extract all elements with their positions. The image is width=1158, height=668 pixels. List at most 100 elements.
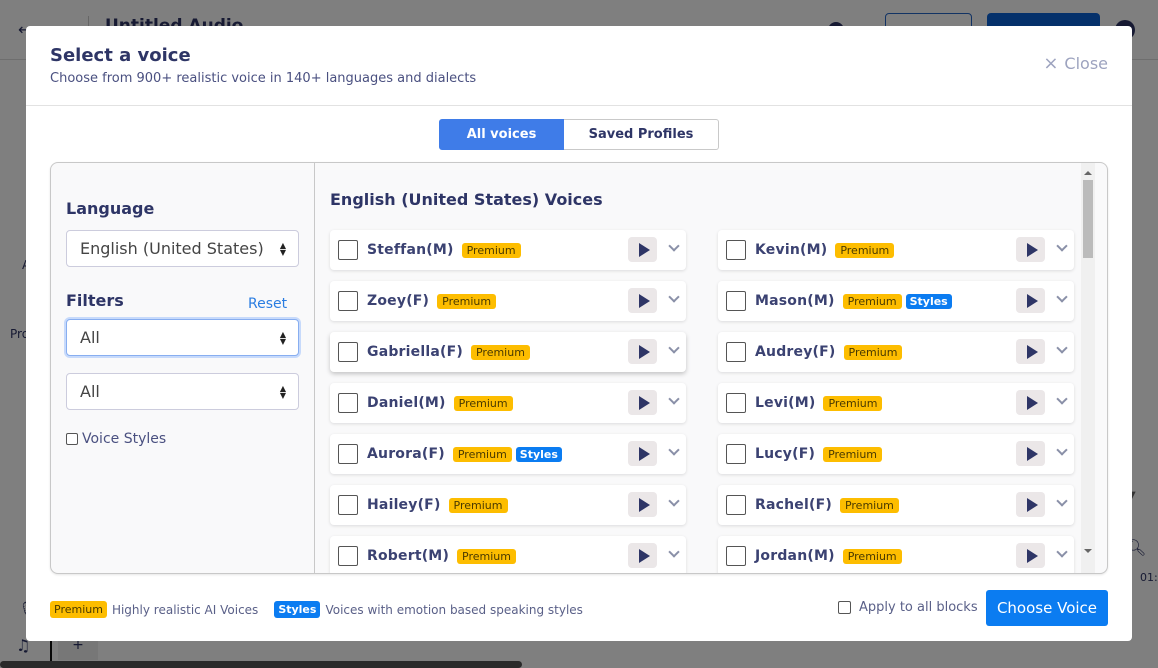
play-preview-button[interactable]	[628, 543, 657, 568]
styles-badge: Styles	[274, 601, 321, 618]
chevron-down-icon[interactable]	[1056, 393, 1068, 405]
filters-sidebar: Language English (United States) ▲ ▼ Filt…	[51, 163, 315, 573]
voice-checkbox[interactable]	[726, 342, 746, 362]
voice-checkbox[interactable]	[726, 495, 746, 515]
chevron-down-icon[interactable]	[668, 393, 680, 405]
play-preview-button[interactable]	[1016, 339, 1045, 364]
scroll-down-arrow-icon[interactable]	[1084, 549, 1092, 553]
apply-to-all-blocks[interactable]: Apply to all blocks	[838, 600, 978, 615]
voice-name: Hailey(F)	[367, 497, 441, 513]
styles-badge: Styles	[905, 293, 952, 309]
language-select[interactable]: English (United States) ▲ ▼	[66, 230, 299, 267]
chevron-down-icon[interactable]	[1056, 495, 1068, 507]
play-preview-button[interactable]	[1016, 543, 1045, 568]
premium-badge: Premium	[448, 497, 508, 513]
voice-checkbox[interactable]	[726, 240, 746, 260]
voice-checkbox[interactable]	[338, 240, 358, 260]
play-icon	[638, 497, 650, 512]
reset-filters-link[interactable]: Reset	[248, 296, 287, 312]
play-preview-button[interactable]	[628, 492, 657, 517]
premium-badge: Premium	[842, 548, 902, 564]
voice-card[interactable]: Hailey(F) Premium	[330, 485, 686, 525]
voice-checkbox[interactable]	[338, 444, 358, 464]
play-icon	[638, 446, 650, 461]
premium-badge: Premium	[823, 446, 883, 462]
play-preview-button[interactable]	[628, 288, 657, 313]
voice-name: Levi(M)	[755, 395, 816, 411]
voice-card[interactable]: Gabriella(F) Premium	[330, 332, 686, 372]
play-preview-button[interactable]	[1016, 492, 1045, 517]
chevron-down-icon[interactable]	[668, 495, 680, 507]
apply-to-all-checkbox[interactable]	[838, 601, 851, 614]
play-preview-button[interactable]	[628, 441, 657, 466]
voice-card[interactable]: Zoey(F) Premium	[330, 281, 686, 321]
chevron-down-icon[interactable]	[668, 342, 680, 354]
tab-saved-profiles[interactable]: Saved Profiles	[564, 119, 719, 150]
vertical-scrollbar[interactable]	[1081, 163, 1095, 573]
play-preview-button[interactable]	[628, 339, 657, 364]
play-icon	[1026, 395, 1038, 410]
voice-checkbox[interactable]	[338, 495, 358, 515]
voice-card[interactable]: Audrey(F) Premium	[718, 332, 1074, 372]
filter-select-2[interactable]: All ▲ ▼	[66, 373, 299, 410]
voice-checkbox[interactable]	[726, 546, 746, 566]
voice-checkbox[interactable]	[338, 546, 358, 566]
language-label: Language	[66, 199, 155, 218]
voice-card[interactable]: Rachel(F) Premium	[718, 485, 1074, 525]
voices-list: English (United States) Voices Steffan(M…	[315, 163, 1095, 573]
modal-subtitle: Choose from 900+ realistic voice in 140+…	[50, 71, 477, 86]
voice-card[interactable]: Steffan(M) Premium	[330, 230, 686, 270]
chevron-down-icon[interactable]	[1056, 291, 1068, 303]
voice-card[interactable]: Kevin(M) Premium	[718, 230, 1074, 270]
voice-styles-filter[interactable]: Voice Styles	[66, 431, 166, 447]
voice-checkbox[interactable]	[726, 393, 746, 413]
language-select-value: English (United States)	[80, 239, 264, 258]
chevron-down-icon[interactable]	[1056, 240, 1068, 252]
premium-badge: Premium	[842, 293, 902, 309]
play-preview-button[interactable]	[628, 390, 657, 415]
voice-name: Daniel(M)	[367, 395, 446, 411]
chevron-down-icon[interactable]	[668, 240, 680, 252]
filter-select-1[interactable]: All ▲ ▼	[66, 319, 299, 356]
chevron-down-icon[interactable]	[1056, 546, 1068, 558]
chevron-down-icon[interactable]	[1056, 444, 1068, 456]
play-preview-button[interactable]	[628, 237, 657, 262]
voice-card[interactable]: Daniel(M) Premium	[330, 383, 686, 423]
play-preview-button[interactable]	[1016, 237, 1045, 262]
voice-checkbox[interactable]	[726, 291, 746, 311]
close-icon: ×	[1043, 52, 1059, 74]
voice-name: Mason(M)	[755, 293, 835, 309]
voice-card[interactable]: Aurora(F) Premium Styles	[330, 434, 686, 474]
voice-card[interactable]: Levi(M) Premium	[718, 383, 1074, 423]
voice-checkbox[interactable]	[726, 444, 746, 464]
voice-tabs: All voices Saved Profiles	[439, 119, 719, 150]
play-icon	[1026, 242, 1038, 257]
premium-badge: Premium	[461, 242, 521, 258]
voice-checkbox[interactable]	[338, 393, 358, 413]
premium-badge: Premium	[835, 242, 895, 258]
voice-card[interactable]: Jordan(M) Premium	[718, 536, 1074, 573]
chevron-down-icon[interactable]	[668, 291, 680, 303]
voice-card[interactable]: Robert(M) Premium	[330, 536, 686, 573]
badge-legend: Premium Highly realistic AI Voices Style…	[50, 601, 583, 618]
voice-checkbox[interactable]	[338, 342, 358, 362]
play-icon	[1026, 344, 1038, 359]
chevron-down-icon[interactable]	[668, 444, 680, 456]
close-button[interactable]: × Close	[1043, 54, 1108, 73]
voice-checkbox[interactable]	[338, 291, 358, 311]
choose-voice-button[interactable]: Choose Voice	[986, 590, 1108, 626]
voice-styles-checkbox[interactable]	[66, 433, 78, 445]
voice-name: Robert(M)	[367, 548, 450, 564]
chevron-down-icon[interactable]	[668, 546, 680, 558]
chevron-down-icon[interactable]	[1056, 342, 1068, 354]
play-preview-button[interactable]	[1016, 390, 1045, 415]
play-preview-button[interactable]	[1016, 441, 1045, 466]
voice-name: Audrey(F)	[755, 344, 836, 360]
scroll-up-arrow-icon[interactable]	[1084, 171, 1092, 175]
voice-card[interactable]: Lucy(F) Premium	[718, 434, 1074, 474]
play-preview-button[interactable]	[1016, 288, 1045, 313]
voice-card[interactable]: Mason(M) Premium Styles	[718, 281, 1074, 321]
voice-name: Rachel(F)	[755, 497, 832, 513]
scrollbar-thumb[interactable]	[1083, 180, 1093, 258]
tab-all-voices[interactable]: All voices	[439, 119, 564, 150]
